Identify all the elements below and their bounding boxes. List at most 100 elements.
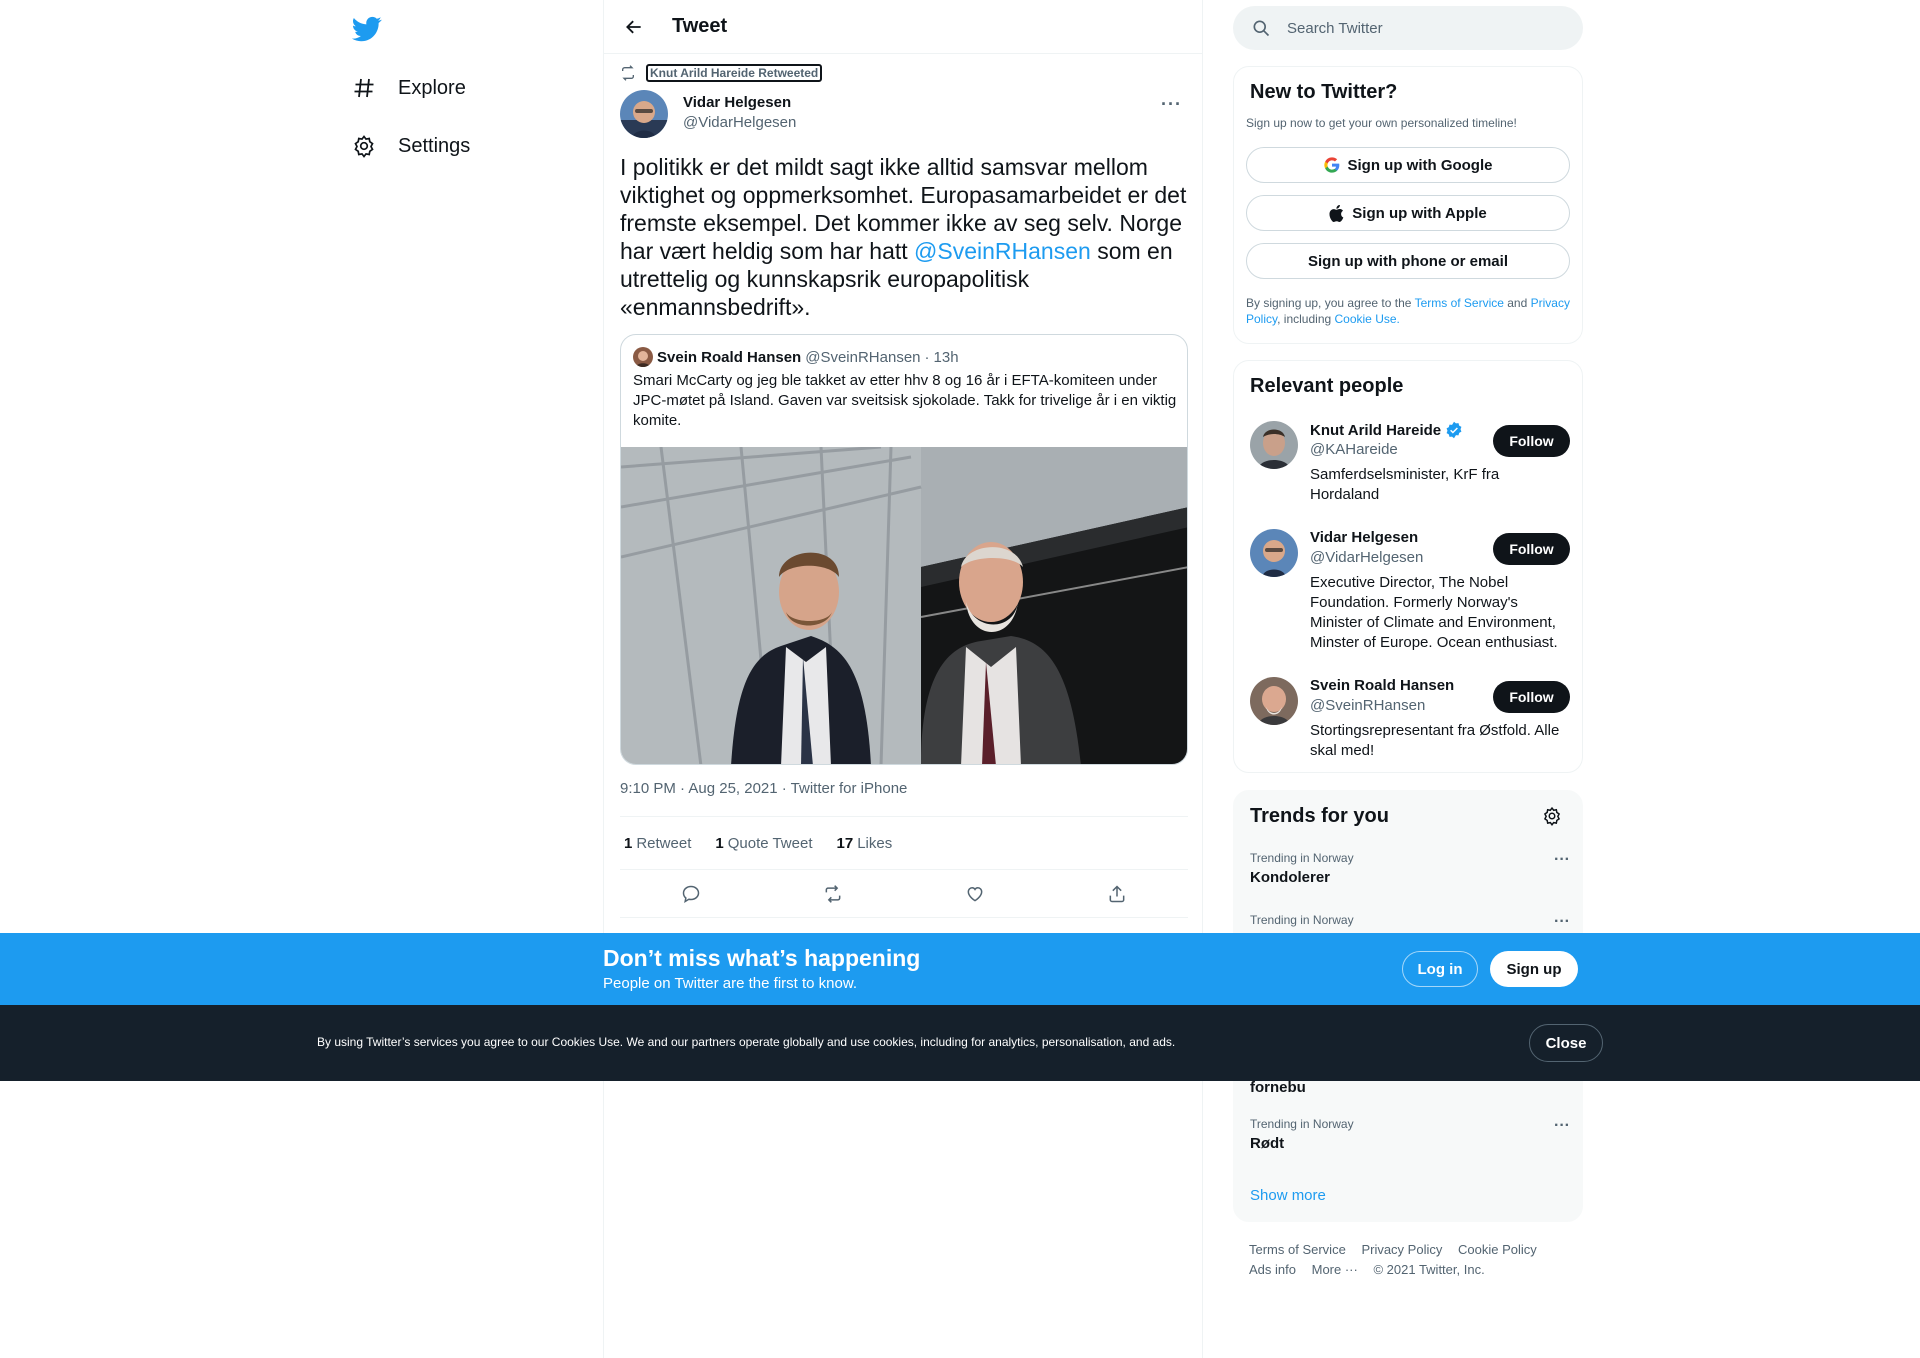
- follow-button[interactable]: Follow: [1493, 681, 1570, 713]
- terms-text: and: [1503, 296, 1531, 310]
- person-bio: Executive Director, The Nobel Foundation…: [1310, 574, 1558, 651]
- footer-row: Terms of Service Privacy Policy Cookie P…: [1249, 1240, 1569, 1260]
- search-input[interactable]: [1287, 19, 1547, 37]
- cookie-link[interactable]: Cookie Use.: [1335, 312, 1400, 326]
- verified-badge-icon: [1446, 421, 1462, 439]
- back-button[interactable]: [616, 9, 652, 45]
- top-bar: Tweet: [604, 0, 1202, 54]
- footer-terms-link[interactable]: Terms of Service: [1249, 1242, 1346, 1257]
- nav-settings[interactable]: Settings: [350, 122, 470, 170]
- cookie-close-button[interactable]: Close: [1529, 1024, 1603, 1062]
- person-name: Svein Roald Hansen: [1310, 677, 1455, 694]
- nav-explore-label: Explore: [398, 76, 466, 99]
- retweets-stat[interactable]: 1 Retweet: [624, 835, 691, 852]
- trend-name: fornebu: [1250, 1079, 1306, 1096]
- likes-stat[interactable]: 17 Likes: [837, 835, 893, 852]
- quotes-count: 1: [715, 834, 724, 852]
- signup-google-label: Sign up with Google: [1347, 156, 1493, 174]
- signup-google-button[interactable]: Sign up with Google: [1246, 147, 1570, 183]
- more-options-icon[interactable]: ···: [1554, 851, 1570, 869]
- retweeted-by: Knut Arild Hareide Retweeted: [620, 64, 823, 82]
- retweeted-by-label[interactable]: Knut Arild Hareide Retweeted: [646, 64, 823, 82]
- footer-copyright: © 2021 Twitter, Inc.: [1373, 1262, 1485, 1277]
- gear-icon: [350, 132, 378, 160]
- tweet-actions: [620, 870, 1188, 918]
- follow-button[interactable]: Follow: [1493, 533, 1570, 565]
- likes-count: 17: [836, 834, 854, 852]
- banner-title: Don’t miss what’s happening: [603, 945, 921, 971]
- terms-note: By signing up, you agree to the Terms of…: [1246, 295, 1570, 327]
- retweet-icon[interactable]: [816, 877, 850, 911]
- cookie-consent-bar: By using Twitter’s services you agree to…: [0, 1005, 1920, 1081]
- retweets-label: Retweet: [636, 834, 692, 852]
- signup-phone-button[interactable]: Sign up with phone or email: [1246, 243, 1570, 279]
- trend-context: Trending in Norway: [1250, 1117, 1354, 1131]
- signup-button[interactable]: Sign up: [1490, 951, 1578, 987]
- quotes-stat[interactable]: 1 Quote Tweet: [715, 835, 812, 852]
- avatar: [1250, 421, 1298, 469]
- more-options-icon[interactable]: ···: [1161, 94, 1182, 115]
- trends-settings-icon[interactable]: [1542, 806, 1562, 831]
- footer-cookie-link[interactable]: Cookie Policy: [1458, 1242, 1537, 1257]
- avatar[interactable]: [620, 90, 668, 138]
- nav-explore[interactable]: Explore: [350, 64, 466, 112]
- twitter-bird-icon[interactable]: [351, 14, 382, 44]
- likes-label: Likes: [857, 834, 893, 852]
- relevant-people-card: Relevant people Knut Arild Hareide @KAHa…: [1233, 360, 1583, 773]
- trend-item[interactable]: Trending in Norway ···: [1250, 913, 1570, 931]
- trend-name: Rødt: [1250, 1135, 1285, 1152]
- quoted-tweet[interactable]: Svein Roald Hansen @SveinRHansen · 13h S…: [620, 334, 1188, 765]
- person-handle: @KAHareide: [1310, 441, 1398, 458]
- show-more-link[interactable]: Show more: [1250, 1187, 1326, 1204]
- card-subtitle: Sign up now to get your own personalized…: [1246, 116, 1517, 130]
- footer-row: Ads info More ··· © 2021 Twitter, Inc.: [1249, 1260, 1569, 1280]
- avatar: [1250, 677, 1298, 725]
- mention-link[interactable]: @SveinRHansen: [914, 238, 1091, 264]
- main-column: Tweet Knut Arild Hareide Retweeted Vidar…: [603, 0, 1203, 1358]
- more-options-icon[interactable]: ···: [1554, 1117, 1570, 1135]
- trend-name: Kondolerer: [1250, 869, 1331, 886]
- author-handle[interactable]: @VidarHelgesen: [683, 114, 796, 131]
- follow-button[interactable]: Follow: [1493, 425, 1570, 457]
- person-handle: @VidarHelgesen: [1310, 549, 1424, 566]
- share-icon[interactable]: [1100, 877, 1134, 911]
- apple-icon: [1329, 204, 1344, 222]
- signup-banner: Don’t miss what’s happening People on Tw…: [0, 933, 1920, 1005]
- quoted-author-handle: @SveinRHansen: [805, 348, 921, 366]
- login-button[interactable]: Log in: [1402, 951, 1478, 987]
- hashtag-icon: [350, 74, 378, 102]
- more-options-icon[interactable]: ···: [1554, 913, 1570, 931]
- trend-context: Trending in Norway: [1250, 913, 1354, 927]
- banner-subtitle: People on Twitter are the first to know.: [603, 975, 858, 992]
- person-bio: Stortingsrepresentant fra Østfold. Alle …: [1310, 722, 1560, 759]
- quotes-label: Quote Tweet: [727, 834, 813, 852]
- cookie-text: By using Twitter’s services you agree to…: [317, 1035, 1176, 1049]
- terms-link[interactable]: Terms of Service: [1415, 296, 1504, 310]
- like-icon[interactable]: [958, 877, 992, 911]
- back-arrow-icon: [626, 20, 641, 33]
- retweet-icon: [622, 65, 634, 81]
- tweet-text: I politikk er det mildt sagt ikke alltid…: [620, 153, 1188, 321]
- quoted-author-name: Svein Roald Hansen: [657, 348, 802, 366]
- signup-apple-button[interactable]: Sign up with Apple: [1246, 195, 1570, 231]
- terms-text: , including: [1277, 312, 1335, 326]
- trend-item[interactable]: Trending in Norway Rødt ···: [1250, 1117, 1570, 1152]
- retweets-count: 1: [624, 834, 633, 852]
- quoted-tweet-photo[interactable]: [621, 445, 1187, 764]
- footer-links: Terms of Service Privacy Policy Cookie P…: [1249, 1240, 1569, 1280]
- author-name[interactable]: Vidar Helgesen: [683, 94, 791, 111]
- card-title: Relevant people: [1250, 375, 1404, 397]
- reply-icon[interactable]: [674, 877, 708, 911]
- tweet-meta[interactable]: 9:10 PM · Aug 25, 2021 · Twitter for iPh…: [620, 780, 907, 797]
- footer-more-link[interactable]: More ···: [1312, 1262, 1358, 1277]
- terms-text: By signing up, you agree to the: [1246, 296, 1415, 310]
- footer-privacy-link[interactable]: Privacy Policy: [1361, 1242, 1442, 1257]
- person-bio: Samferdselsminister, KrF fra Hordaland: [1310, 466, 1500, 503]
- signup-apple-label: Sign up with Apple: [1352, 204, 1487, 222]
- card-title: Trends for you: [1250, 805, 1389, 827]
- search-box[interactable]: [1233, 6, 1583, 50]
- quoted-tweet-header: Svein Roald Hansen @SveinRHansen · 13h: [633, 347, 959, 367]
- page-title: Tweet: [672, 15, 728, 37]
- footer-ads-link[interactable]: Ads info: [1249, 1262, 1296, 1277]
- trend-item[interactable]: Trending in Norway Kondolerer ···: [1250, 851, 1570, 886]
